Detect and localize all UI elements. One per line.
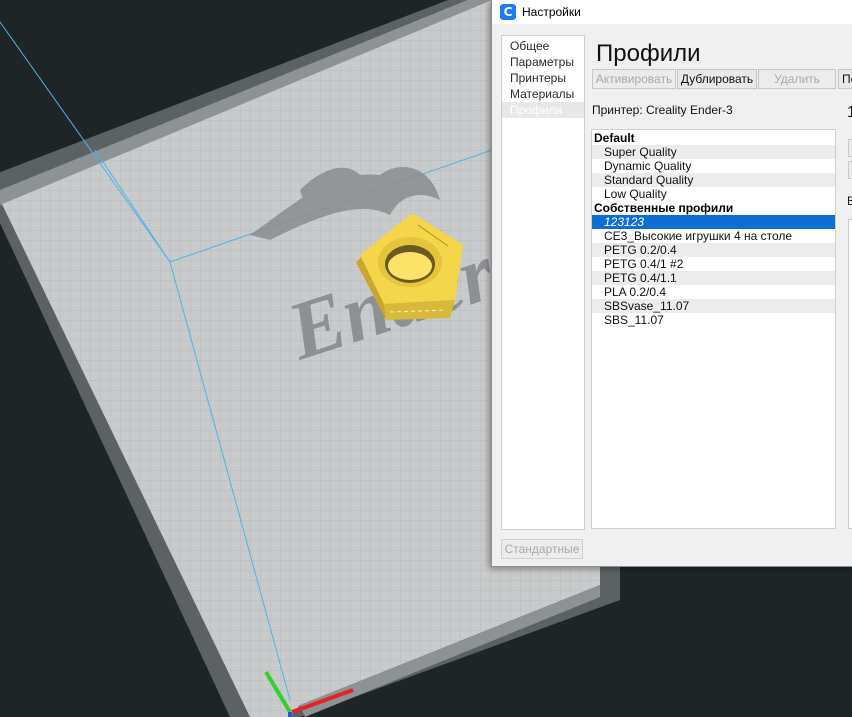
nav-item-materials[interactable]: Материалы [502, 86, 584, 102]
list-item[interactable]: Super Quality [592, 145, 835, 159]
profile-detail-title: 1 [847, 104, 852, 122]
list-item[interactable]: SBSvase_11.07 [592, 299, 835, 313]
cura-logo-icon: C [500, 4, 516, 20]
nav-item-printers[interactable]: Принтеры [502, 70, 584, 86]
printer-label: Принтер: Creality Ender-3 [592, 103, 733, 117]
profile-detail-panel [848, 219, 852, 529]
nav-item-general[interactable]: Общее [502, 38, 584, 54]
duplicate-button[interactable]: Дублировать [677, 69, 757, 89]
dialog-titlebar[interactable]: C Настройки [492, 0, 852, 24]
default-profiles-header: Default [594, 131, 635, 145]
list-item[interactable]: PLA 0.2/0.4 [592, 285, 835, 299]
list-item-selected[interactable]: 123123 [592, 215, 835, 229]
list-item[interactable]: PETG 0.2/0.4 [592, 243, 835, 257]
dialog-title: Настройки [522, 5, 581, 19]
list-item[interactable]: Low Quality [592, 187, 835, 201]
nav-item-settings[interactable]: Параметры [502, 54, 584, 70]
list-item[interactable]: Standard Quality [592, 173, 835, 187]
list-item[interactable]: PETG 0.4/1 #2 [592, 257, 835, 271]
defaults-button[interactable]: Стандартные [501, 539, 583, 559]
nav-item-profiles[interactable]: Профили [502, 102, 584, 118]
list-item[interactable]: PETG 0.4/1.1 [592, 271, 835, 285]
preferences-dialog: C Настройки Общее Параметры Принтеры Мат… [491, 0, 852, 567]
profile-action-button[interactable] [848, 161, 852, 179]
page-title: Профили [596, 40, 701, 67]
profile-detail-label: В [847, 194, 852, 208]
list-item[interactable]: CE3_Высокие игрушки 4 на столе [592, 229, 835, 243]
remove-button[interactable]: Удалить [758, 69, 836, 89]
preferences-nav: Общее Параметры Принтеры Материалы Профи… [501, 35, 585, 530]
activate-button[interactable]: Активировать [592, 69, 676, 89]
list-item[interactable]: Dynamic Quality [592, 159, 835, 173]
custom-profiles-header: Собственные профили [594, 201, 734, 215]
profile-list[interactable]: Default Super Quality Dynamic Quality St… [591, 129, 836, 529]
list-item[interactable]: SBS_11.07 [592, 313, 835, 327]
rename-button[interactable]: Пе [838, 69, 852, 89]
profile-action-button[interactable] [848, 139, 852, 157]
